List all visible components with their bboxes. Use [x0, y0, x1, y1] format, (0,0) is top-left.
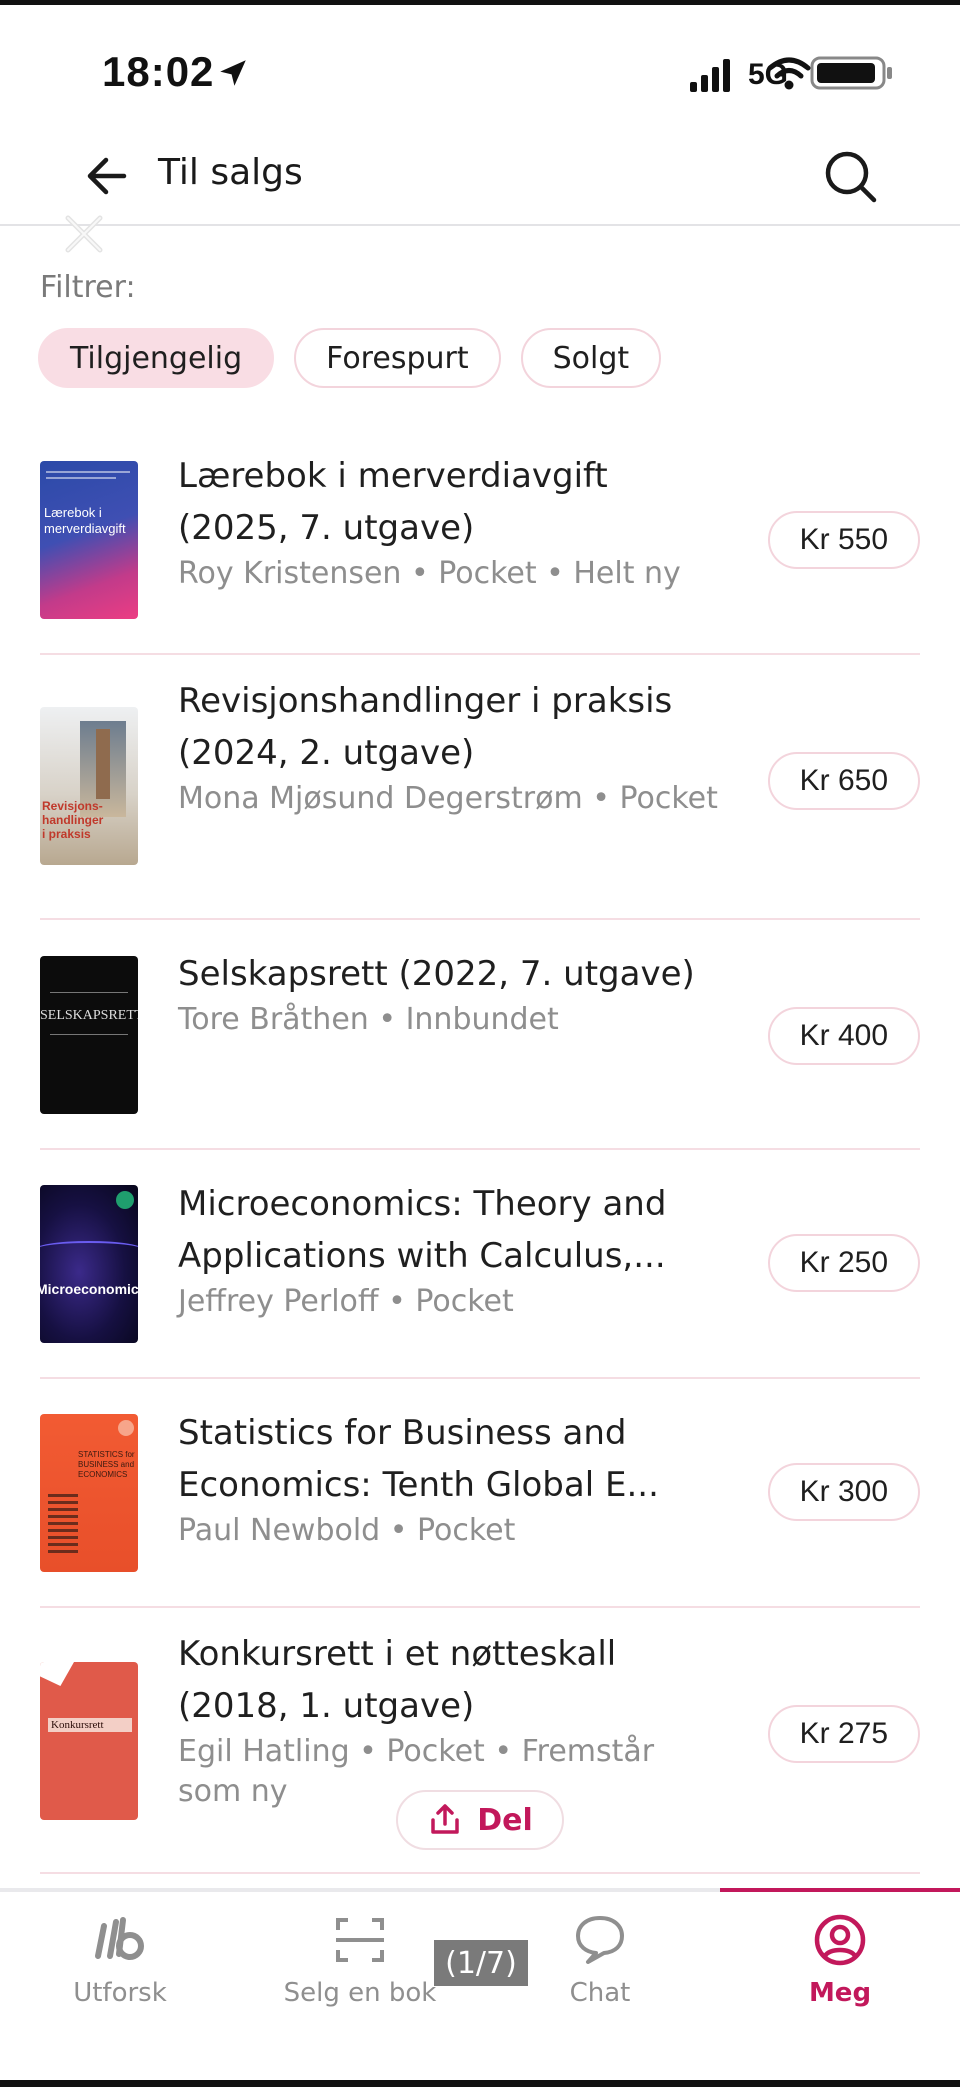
- book-cover: STATISTICS for BUSINESS and ECONOMICS: [40, 1414, 138, 1572]
- app-header: Til salgs: [0, 130, 960, 226]
- listing-info: Statistics for Business and Economics: T…: [178, 1407, 718, 1551]
- battery-icon: [810, 56, 892, 90]
- nav-item-utforsk[interactable]: Utforsk: [0, 1910, 240, 2030]
- book-cover: Revisjons-handlinger i praksis: [40, 707, 138, 865]
- listing-row[interactable]: Lærebok i merverdiavgift Lærebok i merve…: [40, 430, 920, 655]
- book-cover: Lærebok i merverdiavgift: [40, 461, 138, 619]
- listing-meta: Mona Mjøsund Degerstrøm • Pocket: [178, 781, 718, 816]
- filter-chip-solgt[interactable]: Solgt: [520, 328, 662, 388]
- book-cover-title: Microeconomics: [40, 1281, 138, 1297]
- listing-title: Statistics for Business and Economics: T…: [178, 1413, 659, 1505]
- screen-bottom-edge: [0, 2080, 960, 2087]
- listing-meta: Paul Newbold • Pocket: [178, 1513, 516, 1548]
- listing-info: Konkursrett i et nøtteskall (2018, 1. ut…: [178, 1628, 718, 1812]
- listing-meta: Tore Bråthen • Innbundet: [178, 1002, 559, 1037]
- book-cover-title: Konkursrett: [48, 1718, 132, 1732]
- listing-list: Lærebok i merverdiavgift Lærebok i merve…: [40, 430, 920, 1874]
- listing-row[interactable]: STATISTICS for BUSINESS and ECONOMICS St…: [40, 1379, 920, 1608]
- book-cover-title: SELSKAPSRETT: [40, 1008, 138, 1023]
- location-arrow-icon: [220, 60, 246, 86]
- filter-chips: Tilgjengelig Forespurt Solgt: [38, 328, 662, 388]
- listing-row[interactable]: Revisjons-handlinger i praksis Revisjons…: [40, 655, 920, 920]
- cellular-signal-icon: [690, 59, 730, 92]
- price-badge: Kr 250: [767, 1234, 920, 1292]
- bottom-nav: Utforsk Selg en bok Chat Meg: [0, 1888, 960, 2087]
- listing-info: Revisjonshandlinger i praksis (2024, 2. …: [178, 675, 718, 819]
- nav-label: Utforsk: [73, 1978, 167, 2008]
- scan-icon: [336, 1918, 384, 1962]
- filter-chip-tilgjengelig[interactable]: Tilgjengelig: [38, 328, 275, 388]
- book-cover-title: Lærebok i merverdiavgift: [44, 505, 126, 536]
- share-button[interactable]: Del: [396, 1790, 564, 1850]
- search-icon[interactable]: [820, 146, 882, 208]
- listing-meta: Jeffrey Perloff • Pocket: [178, 1284, 514, 1319]
- wifi-icon: [767, 57, 811, 90]
- book-cover-title: STATISTICS for BUSINESS and ECONOMICS: [78, 1450, 135, 1479]
- status-time: 18:02: [102, 48, 215, 95]
- listing-info: Lærebok i merverdiavgift (2025, 7. utgav…: [178, 450, 718, 594]
- logo-icon: [95, 1917, 144, 1960]
- page-title: Til salgs: [158, 152, 303, 193]
- filter-chip-forespurt[interactable]: Forespurt: [294, 328, 501, 388]
- screen-top-edge: [0, 0, 960, 5]
- listing-meta: Roy Kristensen • Pocket • Helt ny: [178, 556, 681, 591]
- listing-info: Microeconomics: Theory and Applications …: [178, 1178, 718, 1322]
- listing-title: Revisjonshandlinger i praksis (2024, 2. …: [178, 681, 673, 773]
- price-badge: Kr 550: [767, 511, 920, 569]
- share-icon: [431, 1804, 459, 1834]
- nav-active-indicator: [720, 1888, 960, 1892]
- listing-title: Selskapsrett (2022, 7. utgave): [178, 954, 695, 994]
- share-label: Del: [477, 1802, 533, 1838]
- book-cover: Konkursrett: [40, 1662, 138, 1820]
- close-icon[interactable]: [58, 208, 110, 260]
- listing-title: Lærebok i merverdiavgift (2025, 7. utgav…: [178, 456, 608, 548]
- price-badge: Kr 275: [767, 1705, 920, 1763]
- book-cover: Microeconomics: [40, 1185, 138, 1343]
- nav-label: Meg: [808, 1978, 872, 2008]
- chat-bubble-icon: [576, 1916, 624, 1964]
- book-cover: SELSKAPSRETT: [40, 956, 138, 1114]
- book-cover-title: Revisjons-handlinger i praksis: [42, 799, 104, 841]
- listing-info: Selskapsrett (2022, 7. utgave) Tore Bråt…: [178, 948, 718, 1040]
- price-badge: Kr 300: [767, 1463, 920, 1521]
- profile-icon: [814, 1914, 866, 1966]
- filter-label: Filtrer:: [40, 270, 136, 305]
- image-counter-overlay: (1/7): [434, 1940, 528, 1986]
- listing-title: Konkursrett i et nøtteskall (2018, 1. ut…: [178, 1634, 617, 1726]
- listing-row[interactable]: Microeconomics Microeconomics: Theory an…: [40, 1150, 920, 1379]
- status-bar: 18:02 5G: [0, 44, 960, 104]
- price-badge: Kr 650: [767, 752, 920, 810]
- price-badge: Kr 400: [767, 1007, 920, 1065]
- back-arrow-icon[interactable]: [80, 148, 136, 204]
- listing-row[interactable]: SELSKAPSRETT Selskapsrett (2022, 7. utga…: [40, 920, 920, 1150]
- nav-item-meg[interactable]: Meg: [720, 1910, 960, 2030]
- listing-title: Microeconomics: Theory and Applications …: [178, 1184, 667, 1276]
